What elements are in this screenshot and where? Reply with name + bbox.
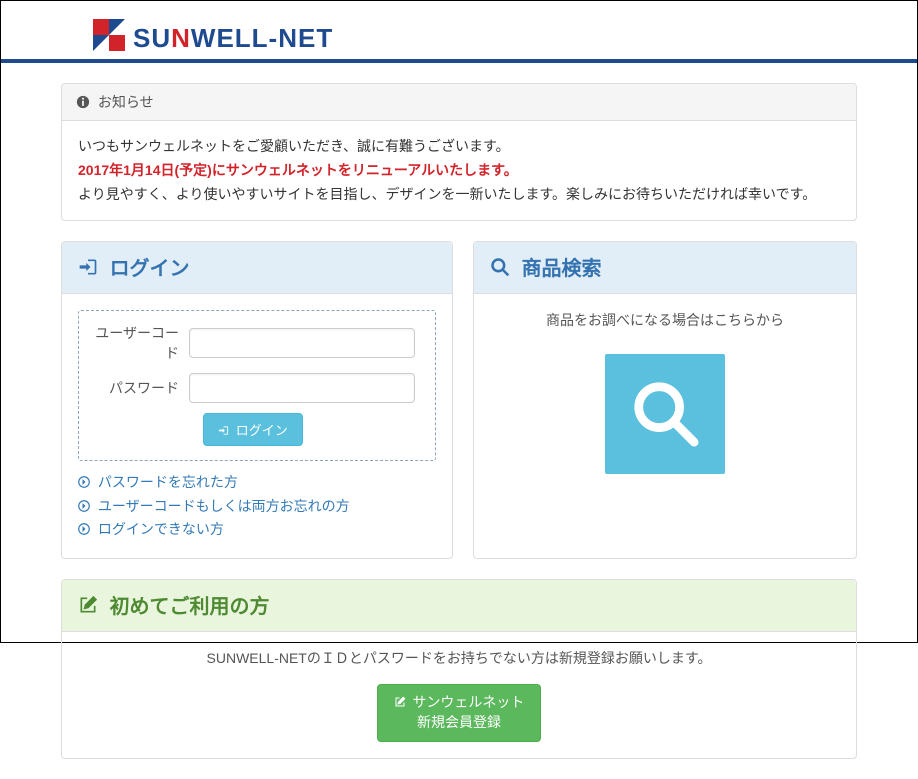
password-input[interactable] xyxy=(189,373,415,403)
edit-small-icon xyxy=(394,694,406,714)
register-panel-header: 初めてご利用の方 xyxy=(62,580,856,632)
search-description: 商品をお調べになる場合はこちらから xyxy=(490,310,840,330)
notice-panel: お知らせ いつもサンウェルネットをご愛顧いただき、誠に有難うございます。 201… xyxy=(61,83,857,221)
login-panel-header: ログイン xyxy=(62,242,452,294)
login-form: ユーザーコード パスワード ログイン xyxy=(78,310,436,461)
product-search-button[interactable] xyxy=(605,354,725,474)
product-search-panel: 商品検索 商品をお調べになる場合はこちらから xyxy=(473,241,857,558)
password-label: パスワード xyxy=(91,378,189,398)
register-panel: 初めてご利用の方 SUNWELL-NETのＩＤとパスワードをお持ちでない方は新規… xyxy=(61,579,857,759)
usercode-label: ユーザーコード xyxy=(91,323,189,363)
search-icon xyxy=(490,257,510,283)
register-description: SUNWELL-NETのＩＤとパスワードをお持ちでない方は新規登録お願いします。 xyxy=(78,648,840,668)
forgot-password-link[interactable]: パスワードを忘れた方 xyxy=(78,471,436,494)
site-logo[interactable]: SUNWELL-NET xyxy=(93,19,917,51)
edit-icon xyxy=(78,595,98,621)
cannot-login-link[interactable]: ログインできない方 xyxy=(78,518,436,541)
search-large-icon xyxy=(630,378,700,451)
arrow-circle-right-icon xyxy=(78,519,90,541)
logo-text: SUNWELL-NET xyxy=(133,25,333,51)
signin-small-icon xyxy=(218,424,229,439)
notice-title: お知らせ xyxy=(98,94,154,110)
forgot-both-link[interactable]: ユーザーコードもしくは両方お忘れの方 xyxy=(78,495,436,518)
signin-icon xyxy=(78,257,98,283)
notice-line-3: より見やすく、より使いやすいサイトを目指し、デザインを一新いたします。楽しみにお… xyxy=(78,183,840,207)
register-title: 初めてご利用の方 xyxy=(110,596,270,618)
login-panel: ログイン ユーザーコード パスワード xyxy=(61,241,453,558)
search-panel-header: 商品検索 xyxy=(474,242,856,294)
logo-icon xyxy=(93,19,125,51)
info-icon xyxy=(76,95,90,112)
notice-line-1: いつもサンウェルネットをご愛顧いただき、誠に有難うございます。 xyxy=(78,135,840,159)
arrow-circle-right-icon xyxy=(78,496,90,518)
register-button[interactable]: サンウェルネット 新規会員登録 xyxy=(377,684,542,742)
notice-line-2: 2017年1月14日(予定)にサンウェルネットをリニューアルいたします。 xyxy=(78,159,840,183)
login-help-links: パスワードを忘れた方 ユーザーコードもしくは両方お忘れの方 xyxy=(78,471,436,541)
login-button[interactable]: ログイン xyxy=(203,413,303,446)
page-header: SUNWELL-NET xyxy=(1,1,917,63)
arrow-circle-right-icon xyxy=(78,472,90,494)
login-title: ログイン xyxy=(110,258,190,280)
notice-body: いつもサンウェルネットをご愛顧いただき、誠に有難うございます。 2017年1月1… xyxy=(62,121,856,220)
search-title: 商品検索 xyxy=(522,258,602,280)
notice-header: お知らせ xyxy=(62,84,856,121)
usercode-input[interactable] xyxy=(189,328,415,358)
